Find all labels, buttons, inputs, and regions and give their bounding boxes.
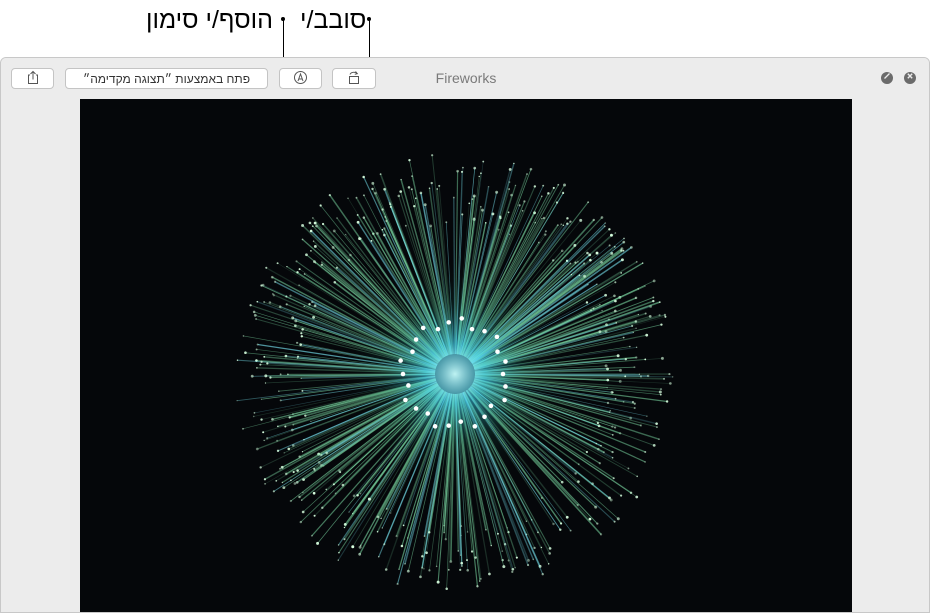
- markup-icon: [293, 70, 308, 88]
- minimize-icon: [881, 69, 893, 87]
- window-title: Fireworks: [435, 70, 497, 86]
- rotate-icon: [346, 70, 362, 88]
- markup-button[interactable]: [279, 68, 322, 89]
- open-with-preview-button[interactable]: פתח באמצעות ״תצוגה מקדימה״: [65, 68, 268, 89]
- rotate-callout-dot: [367, 17, 371, 21]
- rotate-button[interactable]: [332, 68, 376, 89]
- fireworks-photo: [80, 99, 852, 612]
- quicklook-screenshot: סובב/י הוסף/י סימון פתח באמצעות ״תצוגה מ…: [0, 0, 931, 614]
- window-titlebar: פתח באמצעות ״תצוגה מקדימה״ Fireworks: [1, 58, 929, 98]
- quicklook-window: פתח באמצעות ״תצוגה מקדימה״ Fireworks: [0, 57, 930, 613]
- share-button[interactable]: [11, 68, 54, 89]
- close-button[interactable]: [904, 72, 916, 84]
- minimize-button[interactable]: [881, 72, 893, 84]
- fireworks-image: [80, 99, 852, 612]
- markup-callout-dot: [281, 17, 285, 21]
- markup-callout-label: הוסף/י סימון: [146, 6, 274, 34]
- rotate-callout-label: סובב/י: [300, 6, 367, 34]
- close-icon: [904, 69, 916, 87]
- share-icon: [26, 70, 40, 88]
